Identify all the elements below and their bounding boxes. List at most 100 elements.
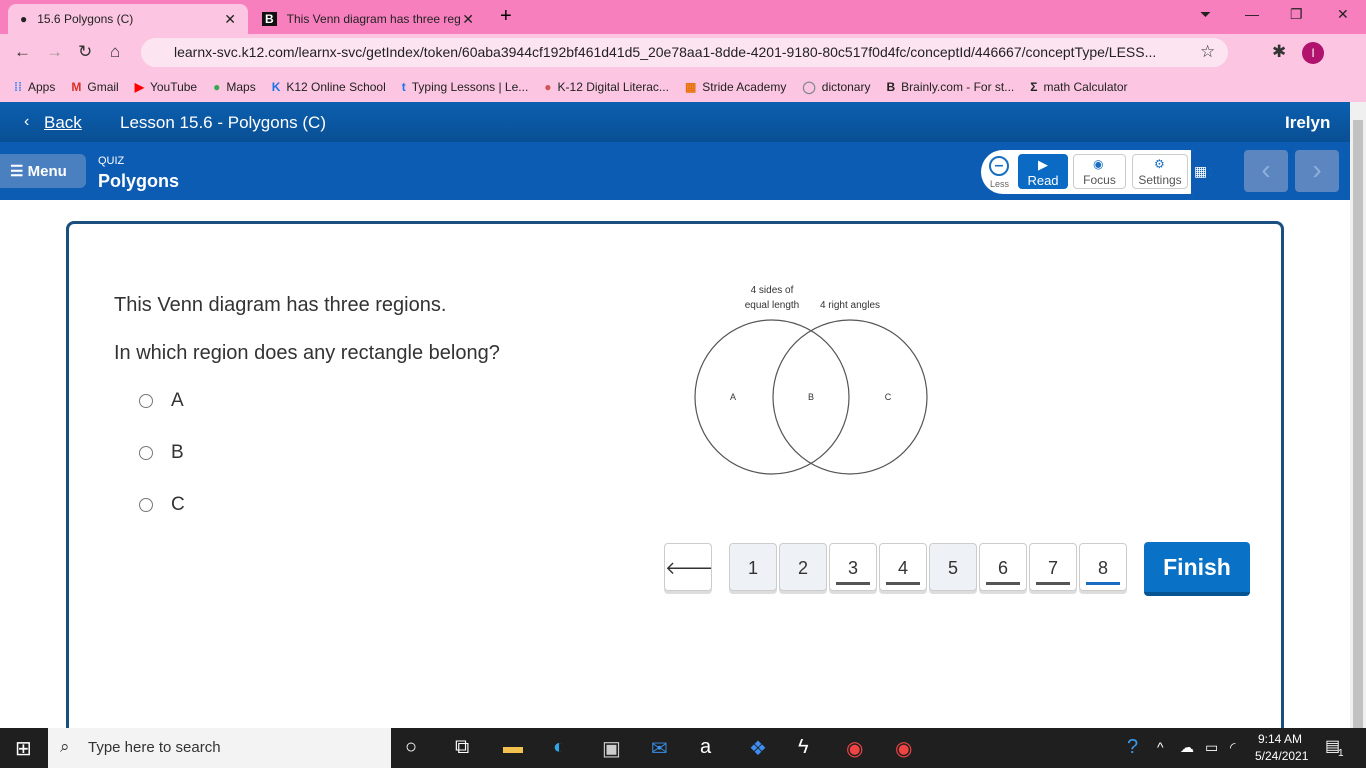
profile-avatar[interactable]: I <box>1302 42 1324 64</box>
play-icon: ▶ <box>1038 157 1048 172</box>
question-prompt: In which region does any rectangle belon… <box>114 342 500 364</box>
taskbar-search[interactable]: ⌕ Type here to search <box>48 728 391 768</box>
page-8-current[interactable]: 8 <box>1079 543 1127 591</box>
page-4[interactable]: 4 <box>879 543 927 591</box>
close-window-button[interactable]: ✕ <box>1337 6 1349 23</box>
bookmark-stride[interactable]: ▦ Stride Academy <box>685 80 786 94</box>
hamburger-icon: ☰ <box>10 163 28 180</box>
edge-icon[interactable]: ◐ <box>553 736 565 759</box>
bookmark-digital-literacy[interactable]: ● K-12 Digital Literac... <box>544 80 669 94</box>
amazon-icon[interactable]: a <box>700 736 711 759</box>
tab-brainly[interactable]: B This Venn diagram has three reg ✕ <box>250 4 486 34</box>
chrome-icon[interactable]: ◉ <box>895 736 912 761</box>
venn-left-label-2: equal length <box>745 300 800 311</box>
restore-button[interactable]: ❐ <box>1290 6 1303 23</box>
radio-button[interactable] <box>139 394 153 408</box>
file-explorer-icon[interactable]: ▬ <box>503 736 523 759</box>
page-5[interactable]: 5 <box>929 543 977 591</box>
home-icon[interactable]: ⌂ <box>110 42 120 62</box>
venn-region-b: B <box>808 392 814 402</box>
page-title: Polygons <box>98 171 180 191</box>
page-6[interactable]: 6 <box>979 543 1027 591</box>
settings-button[interactable]: ⚙ Settings <box>1132 154 1188 189</box>
new-tab-button[interactable]: + <box>500 5 512 28</box>
star-icon[interactable]: ☆ <box>1200 42 1215 62</box>
notification-count: 1 <box>1338 748 1344 759</box>
minimize-button[interactable]: — <box>1245 6 1259 22</box>
bookmark-math[interactable]: Σmath Calculator <box>1030 80 1127 94</box>
option-a[interactable]: A <box>139 390 184 412</box>
bookmark-typing[interactable]: t Typing Lessons | Le... <box>402 80 529 94</box>
extensions-icon[interactable]: ✱ <box>1272 42 1286 62</box>
tab-polygons[interactable]: ● 15.6 Polygons (C) ✕ <box>8 4 248 34</box>
arrow-left-icon: 🡐 <box>665 558 714 578</box>
radio-button[interactable] <box>139 498 153 512</box>
radio-button[interactable] <box>139 446 153 460</box>
tab-strip: ● 15.6 Polygons (C) ✕ B This Venn diagram h… <box>0 0 1366 34</box>
user-name[interactable]: Irelyn <box>1285 113 1330 133</box>
read-button[interactable]: ▶ Read <box>1018 154 1068 189</box>
task-view-icon[interactable]: ⧉ <box>455 736 469 759</box>
back-link[interactable]: Back <box>44 113 82 133</box>
bookmarks-bar: ⁞⁞ Apps M Gmail ▶ YouTube ● Maps K K12 Online… <box>0 71 1366 102</box>
scrollbar-thumb[interactable] <box>1353 120 1363 740</box>
venn-diagram: 4 sides of equal length 4 right angles A… <box>694 285 928 475</box>
windows-start-icon[interactable]: ⊞ <box>15 736 32 761</box>
previous-question-button[interactable]: 🡐 <box>664 543 714 591</box>
option-c[interactable]: C <box>139 494 185 516</box>
tools-pill: – Less ▶ Read ◉ Focus ⚙ Settings ▦ <box>981 150 1211 194</box>
venn-circle-right <box>772 319 928 475</box>
forward-arrow-icon[interactable]: → <box>46 42 63 62</box>
chrome-icon[interactable]: ◉ <box>846 736 863 761</box>
page-2[interactable]: 2 <box>779 543 827 591</box>
minus-icon[interactable]: – <box>989 156 1009 176</box>
grid-icon[interactable]: ▦ <box>1191 150 1211 194</box>
clock-date[interactable]: 5/24/2021 <box>1255 749 1308 763</box>
bookmark-brainly[interactable]: B Brainly.com - For st... <box>886 80 1014 94</box>
dropbox-icon[interactable]: ❖ <box>749 736 767 761</box>
venn-region-c: C <box>885 392 892 402</box>
chevron-left-icon: ‹ <box>24 113 30 130</box>
clock-time[interactable]: 9:14 AM <box>1258 732 1302 746</box>
option-b[interactable]: B <box>139 442 184 464</box>
bookmark-youtube[interactable]: ▶ YouTube <box>135 80 197 94</box>
bookmark-gmail[interactable]: M Gmail <box>71 80 118 94</box>
bookmark-maps[interactable]: ● Maps <box>213 80 256 94</box>
battery-icon[interactable]: ▭ <box>1205 739 1218 756</box>
brainly-icon: B <box>262 12 277 26</box>
venn-region-a: A <box>730 392 736 402</box>
bookmark-k12[interactable]: K K12 Online School <box>272 80 386 94</box>
page-7[interactable]: 7 <box>1029 543 1077 591</box>
back-arrow-icon[interactable]: ← <box>14 42 31 62</box>
browser-toolbar: ← → ↻ ⌂ learnx-svc.k12.com/learnx-svc/ge… <box>0 34 1366 71</box>
less-label: Less <box>990 179 1010 189</box>
quiz-header: ☰ Menu QUIZ Polygons – Less ▶ Read ◉ Focus… <box>0 142 1350 200</box>
menu-button[interactable]: ☰ Menu <box>0 154 86 188</box>
venn-left-label-1: 4 sides of <box>751 285 794 296</box>
bookmark-dictionary[interactable]: ◯ dictonary <box>802 80 870 94</box>
bookmark-apps[interactable]: ⁞⁞ Apps <box>14 80 55 94</box>
tab-search-icon[interactable]: ⏷ <box>1200 6 1211 23</box>
app-icon[interactable]: ϟ <box>798 736 809 759</box>
scrollbar[interactable] <box>1350 102 1366 740</box>
close-tab-icon[interactable]: ✕ <box>224 11 236 28</box>
mail-icon[interactable]: ✉ <box>651 736 668 761</box>
focus-button[interactable]: ◉ Focus <box>1073 154 1126 189</box>
store-icon[interactable]: ▣ <box>602 736 621 761</box>
close-tab-icon[interactable]: ✕ <box>462 11 474 28</box>
finish-button[interactable]: Finish <box>1144 542 1250 596</box>
address-bar[interactable]: learnx-svc.k12.com/learnx-svc/getIndex/t… <box>141 38 1228 67</box>
cortana-icon[interactable]: ○ <box>405 736 417 759</box>
search-icon: ⌕ <box>60 737 70 756</box>
globe-icon: ● <box>20 12 28 26</box>
onedrive-icon[interactable]: ☁ <box>1180 739 1194 756</box>
prev-arrow-button[interactable]: ‹ <box>1244 150 1288 192</box>
lesson-header: ‹ Back Lesson 15.6 - Polygons (C) Irelyn <box>0 102 1350 142</box>
help-icon[interactable]: ? <box>1127 736 1138 759</box>
page-3[interactable]: 3 <box>829 543 877 591</box>
page-1[interactable]: 1 <box>729 543 777 591</box>
next-arrow-button[interactable]: › <box>1295 150 1339 192</box>
reload-icon[interactable]: ↻ <box>78 42 92 62</box>
chevron-up-icon[interactable]: ^ <box>1157 739 1164 755</box>
wifi-icon[interactable]: ◜ <box>1230 739 1235 756</box>
